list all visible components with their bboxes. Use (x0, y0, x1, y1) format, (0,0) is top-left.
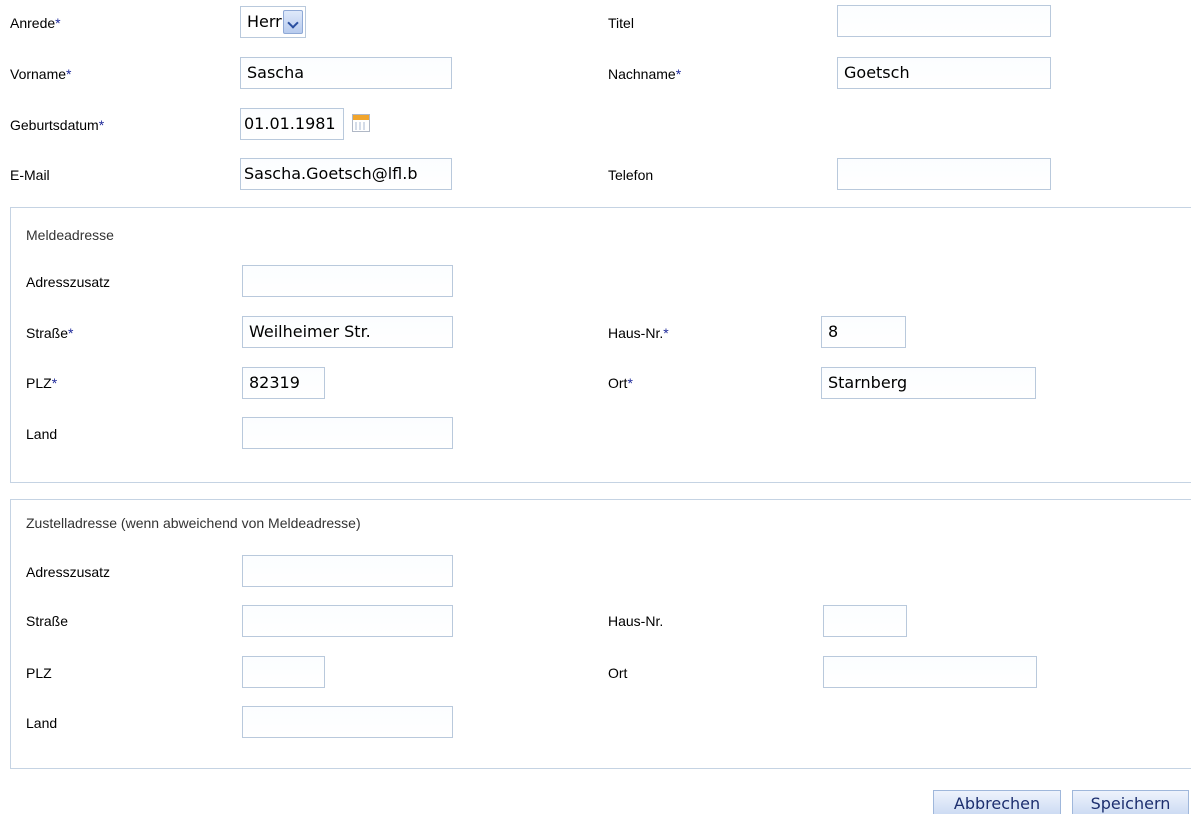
cancel-button[interactable]: Abbrechen (933, 790, 1061, 814)
label-zustell-land: Land (26, 714, 57, 732)
label-zustell-adresszusatz-text: Adresszusatz (26, 564, 111, 580)
label-geburtsdatum-text: Geburtsdatum (10, 117, 99, 133)
label-melde-ort: Ort* (608, 374, 633, 392)
label-melde-adresszusatz: Adresszusatz (26, 273, 110, 291)
label-melde-land-text: Land (26, 426, 58, 442)
melde-adresszusatz-input[interactable] (242, 265, 453, 297)
melde-land-input[interactable] (242, 417, 453, 449)
email-input[interactable]: Sascha.Goetsch@lfl.b (240, 158, 452, 190)
label-zustell-hausnr: Haus-Nr. (608, 612, 663, 630)
label-zustell-land-text: Land (26, 715, 58, 731)
label-zustell-strasse: Straße (26, 612, 68, 630)
required-marker: * (68, 325, 74, 341)
calendar-icon[interactable] (352, 114, 370, 132)
required-marker: * (663, 325, 669, 341)
save-button[interactable]: Speichern (1072, 790, 1189, 814)
label-telefon-text: Telefon (608, 167, 654, 183)
geburtsdatum-input[interactable]: 01.01.1981 (240, 108, 344, 140)
label-vorname-text: Vorname (10, 66, 67, 82)
calendar-icon-header (353, 115, 369, 120)
required-marker: * (627, 375, 633, 391)
melde-strasse-input[interactable]: Weilheimer Str. (242, 316, 453, 348)
label-zustell-ort: Ort (608, 664, 627, 682)
label-zustell-hausnr-text: Haus-Nr. (608, 613, 664, 629)
label-telefon: Telefon (608, 166, 653, 184)
melde-plz-input[interactable]: 82319 (242, 367, 325, 399)
label-email: E-Mail (10, 166, 50, 184)
label-melde-land: Land (26, 425, 57, 443)
zustelladresse-section (10, 499, 1191, 769)
label-zustell-plz: PLZ (26, 664, 52, 682)
meldeadresse-legend: Meldeadresse (26, 227, 114, 243)
label-geburtsdatum: Geburtsdatum* (10, 116, 104, 134)
meldeadresse-section (10, 207, 1191, 483)
titel-input[interactable] (837, 5, 1051, 37)
telefon-input[interactable] (837, 158, 1051, 190)
melde-ort-input[interactable]: Starnberg (821, 367, 1036, 399)
label-melde-hausnr-text: Haus-Nr. (608, 325, 664, 341)
label-melde-plz-text: PLZ (26, 375, 52, 391)
label-melde-hausnr: Haus-Nr.* (608, 324, 669, 342)
required-marker: * (98, 117, 105, 133)
required-marker: * (675, 66, 682, 82)
label-melde-strasse-text: Straße (26, 325, 69, 341)
required-marker: * (66, 66, 72, 82)
label-zustell-ort-text: Ort (608, 665, 628, 681)
chevron-down-icon[interactable] (283, 10, 303, 34)
label-zustell-strasse-text: Straße (26, 613, 69, 629)
label-melde-plz: PLZ* (26, 374, 57, 392)
melde-hausnr-input[interactable]: 8 (821, 316, 906, 348)
zustell-hausnr-input[interactable] (823, 605, 907, 637)
zustell-land-input[interactable] (242, 706, 453, 738)
label-vorname: Vorname* (10, 65, 72, 83)
anrede-select-value: Herr (247, 12, 282, 31)
label-zustell-plz-text: PLZ (26, 665, 52, 681)
label-zustell-adresszusatz: Adresszusatz (26, 563, 110, 581)
vorname-input[interactable]: Sascha (240, 57, 452, 89)
zustell-adresszusatz-input[interactable] (242, 555, 453, 587)
label-melde-strasse: Straße* (26, 324, 73, 342)
label-anrede: Anrede* (10, 14, 61, 32)
label-email-text: E-Mail (10, 167, 50, 183)
calendar-icon-grid (355, 122, 367, 130)
label-titel-text: Titel (608, 15, 634, 31)
label-melde-ort-text: Ort (608, 375, 628, 391)
required-marker: * (51, 375, 58, 391)
nachname-input[interactable]: Goetsch (837, 57, 1051, 89)
anrede-select[interactable]: Herr (240, 6, 306, 38)
zustelladresse-legend: Zustelladresse (wenn abweichend von Meld… (26, 515, 361, 531)
label-melde-adresszusatz-text: Adresszusatz (26, 274, 111, 290)
label-nachname-text: Nachname (608, 66, 676, 82)
required-marker: * (55, 15, 61, 31)
zustell-strasse-input[interactable] (242, 605, 453, 637)
label-titel: Titel (608, 14, 634, 32)
zustell-ort-input[interactable] (823, 656, 1037, 688)
label-anrede-text: Anrede (10, 15, 56, 31)
label-nachname: Nachname* (608, 65, 681, 83)
zustell-plz-input[interactable] (242, 656, 325, 688)
